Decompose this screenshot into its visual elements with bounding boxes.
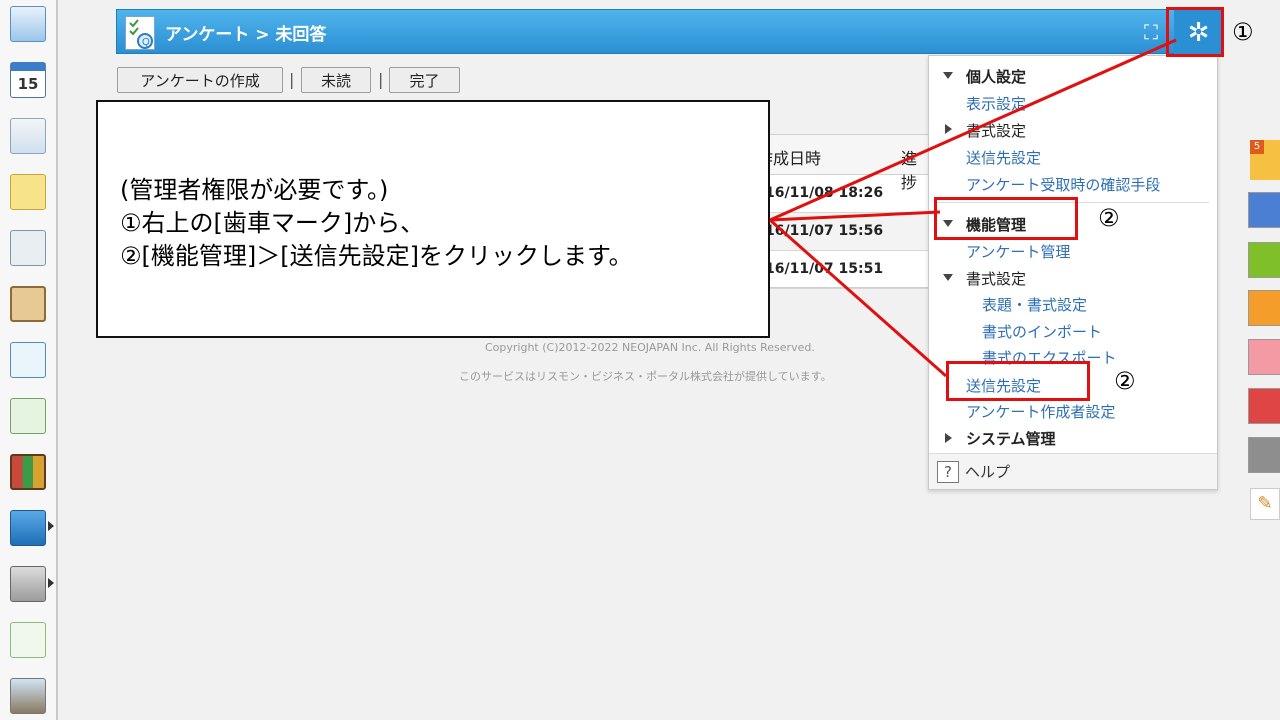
expand-arrow-icon[interactable] — [945, 433, 952, 443]
link-banner-icon-2[interactable] — [10, 678, 46, 714]
help-row[interactable]: ? ヘルプ — [929, 453, 1217, 489]
report-app-icon[interactable] — [10, 286, 46, 322]
color-tab-blue[interactable] — [1248, 192, 1280, 228]
menu-item-title-format[interactable]: 表題・書式設定 — [982, 294, 1087, 315]
app-header: Q アンケート > 未回答 ⛶ ✲ — [116, 9, 1224, 55]
link-banner-icon[interactable] — [10, 622, 46, 658]
menu-item-creator-settings[interactable]: アンケート作成者設定 — [966, 401, 1115, 422]
notification-icon[interactable]: 5 — [1250, 140, 1280, 180]
expand-arrow-icon[interactable] — [945, 124, 952, 134]
row-created-date: 16/11/07 15:51 — [765, 261, 884, 277]
collapse-arrow-icon[interactable] — [943, 274, 953, 281]
page-title: アンケート > 未回答 — [165, 25, 327, 45]
cabinet-app-icon[interactable] — [10, 454, 46, 490]
callout-line-3: ②[機能管理]＞[送信先設定]をクリックします。 — [120, 242, 633, 270]
highlight-function-menu — [934, 197, 1078, 240]
toolbar-separator: | — [378, 70, 384, 89]
row-created-date: 16/11/08 18:26 — [765, 185, 884, 201]
menu-section-personal[interactable]: 個人設定 — [966, 66, 1026, 87]
menu-item-destination-personal[interactable]: 送信先設定 — [966, 147, 1041, 168]
color-tab-red[interactable] — [1248, 388, 1280, 424]
expand-icon[interactable]: ⛶ — [1139, 20, 1163, 44]
callout-line-1: (管理者権限が必要です。) — [120, 176, 389, 204]
done-button[interactable]: 完了 — [389, 67, 460, 93]
menu-item-format-import[interactable]: 書式のインポート — [982, 321, 1102, 342]
facility-app-icon[interactable] — [10, 118, 46, 154]
menu-item-display-settings[interactable]: 表示設定 — [966, 93, 1026, 114]
color-tab-green[interactable] — [1248, 242, 1280, 278]
screen: 15 Q アンケート > 未回答 ⛶ ✲ アンケートの作成 | 未読 | 完了 … — [0, 0, 1280, 720]
instruction-callout: (管理者権限が必要です。) ①右上の[歯車マーク]から、 ②[機能管理]＞[送信… — [96, 100, 770, 338]
circular-app-icon[interactable] — [10, 398, 46, 434]
step2-marker: ② — [1114, 367, 1136, 395]
bulletin-app-icon[interactable] — [10, 230, 46, 266]
collapse-arrow-icon[interactable] — [943, 72, 953, 79]
help-label: ヘルプ — [965, 463, 1011, 481]
calendar-app-icon[interactable]: 15 — [10, 62, 46, 98]
row-created-date: 16/11/07 15:56 — [765, 223, 884, 239]
help-icon: ? — [937, 461, 959, 483]
highlight-destination-item — [946, 361, 1090, 401]
survey-icon: Q — [125, 16, 155, 50]
portal-app-icon[interactable] — [10, 6, 46, 42]
provider-text: このサービスはリスモン・ビジネス・ポータル株式会社が提供しています。 — [459, 370, 832, 383]
neo-app-icon[interactable] — [10, 510, 46, 546]
color-tab-pink[interactable] — [1248, 339, 1280, 375]
step1-marker: ① — [1232, 18, 1254, 46]
pencil-icon[interactable]: ✎ — [1250, 488, 1280, 520]
menu-section-system[interactable]: システム管理 — [966, 428, 1056, 449]
copyright-text: Copyright (C)2012-2022 NEOJAPAN Inc. All… — [485, 341, 815, 354]
toolbar-separator: | — [289, 70, 295, 89]
svg-text:Q: Q — [142, 37, 150, 48]
folder-expand-arrow[interactable] — [48, 578, 54, 588]
menu-item-format-settings-personal[interactable]: 書式設定 — [966, 120, 1026, 141]
color-tab-orange[interactable] — [1248, 290, 1280, 326]
neo-expand-arrow[interactable] — [48, 521, 54, 531]
survey-app-icon[interactable] — [10, 342, 46, 378]
settings-dropdown-menu: 個人設定 表示設定 書式設定 送信先設定 アンケート受取時の確認手段 機能管理 … — [928, 55, 1218, 490]
right-shortcut-strip: 5 ✎ — [1244, 0, 1280, 720]
menu-item-survey-admin[interactable]: アンケート管理 — [966, 241, 1070, 262]
memo-app-icon[interactable] — [10, 174, 46, 210]
step2-marker: ② — [1098, 204, 1120, 232]
menu-item-format-settings[interactable]: 書式設定 — [966, 268, 1026, 289]
highlight-settings-button — [1166, 7, 1224, 57]
menu-item-receipt-confirmation[interactable]: アンケート受取時の確認手段 — [966, 174, 1160, 195]
create-survey-button[interactable]: アンケートの作成 — [117, 67, 283, 93]
notification-badge-icon: 5 — [1250, 140, 1264, 154]
app-sidebar: 15 — [0, 0, 58, 720]
unread-button[interactable]: 未読 — [301, 67, 371, 93]
callout-line-2: ①右上の[歯車マーク]から、 — [120, 209, 425, 237]
folder-app-icon[interactable] — [10, 566, 46, 602]
color-tab-gray[interactable] — [1248, 437, 1280, 473]
